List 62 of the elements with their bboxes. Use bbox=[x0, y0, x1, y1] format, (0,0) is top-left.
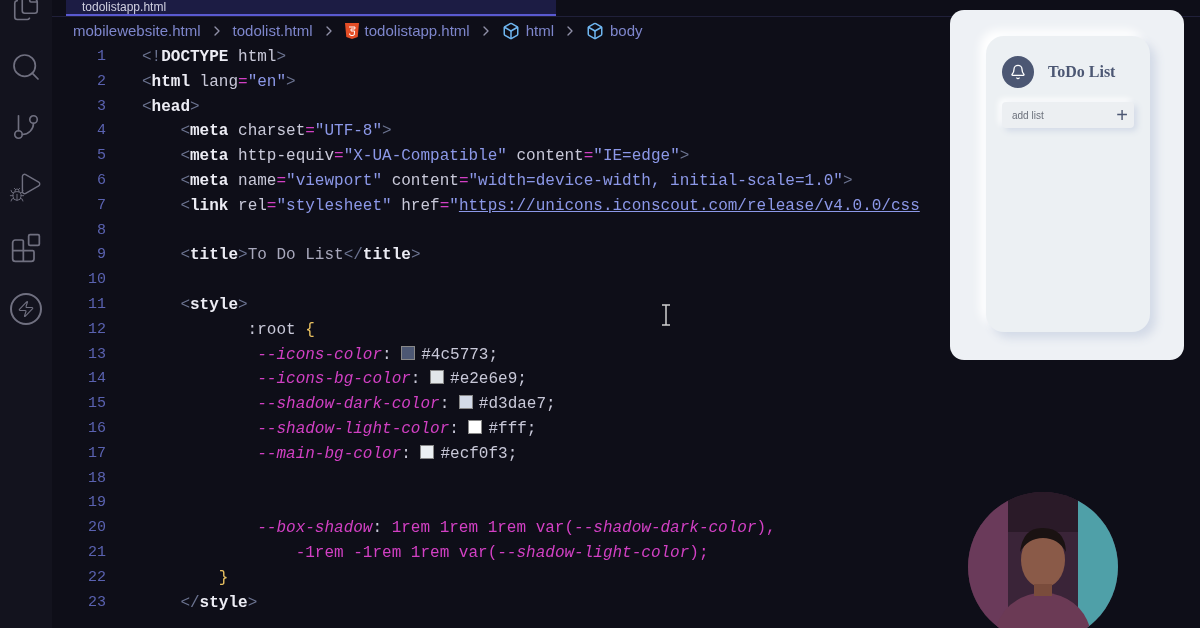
code-line: <head> bbox=[142, 96, 200, 118]
line-number: 7 bbox=[96, 195, 106, 216]
line-number: 9 bbox=[96, 245, 106, 266]
run-debug-icon[interactable] bbox=[9, 171, 43, 203]
line-number: 20 bbox=[87, 518, 106, 539]
line-number: 18 bbox=[87, 468, 106, 489]
line-number: 12 bbox=[87, 319, 106, 340]
line-number: 19 bbox=[87, 493, 106, 514]
code-line: --shadow-dark-color: #d3dae7; bbox=[256, 394, 556, 416]
code-line: <link rel="stylesheet" href="https://unicons.iconscout.com/release/v4.0.0/css bbox=[179, 195, 920, 217]
code-line: -1rem -1rem 1rem var(--shadow-light-color); bbox=[294, 542, 709, 564]
code-line: <!DOCTYPE html> bbox=[142, 47, 287, 68]
code-line: --box-shadow: 1rem 1rem 1rem var(--shadow-dark-color), bbox=[256, 518, 776, 540]
code-line: } bbox=[217, 567, 229, 589]
line-number: 16 bbox=[87, 418, 106, 439]
line-number: 21 bbox=[87, 542, 106, 563]
code-line: --shadow-light-color: #fff; bbox=[256, 418, 537, 440]
line-number: 17 bbox=[87, 443, 106, 464]
cube-icon bbox=[501, 22, 520, 40]
code-line: </style> bbox=[179, 592, 258, 614]
line-number: 3 bbox=[96, 96, 106, 117]
breadcrumb-item[interactable]: body bbox=[610, 19, 643, 43]
code-line: --icons-color: #4c5773; bbox=[256, 344, 499, 366]
editor-tab[interactable]: todolistapp.html bbox=[66, 0, 556, 16]
code-line: <title>To Do List</title> bbox=[179, 245, 421, 267]
line-number: 4 bbox=[96, 121, 106, 142]
breadcrumb-item[interactable]: todolistapp.html bbox=[364, 19, 470, 43]
breadcrumb-item[interactable]: html bbox=[525, 19, 554, 43]
code-line: --main-bg-color: #ecf0f3; bbox=[256, 443, 518, 465]
code-line: <meta name="viewport" content="width=device-width, initial-scale=1.0"> bbox=[179, 171, 853, 192]
line-number: 6 bbox=[96, 171, 106, 191]
line-number: 23 bbox=[87, 592, 106, 613]
line-number: 11 bbox=[87, 294, 106, 315]
code-line: --icons-bg-color: #e2e6e9; bbox=[256, 369, 527, 391]
lightning-icon[interactable] bbox=[10, 293, 42, 325]
code-line: <meta http-equiv="X-UA-Compatible" content="IE=edge"> bbox=[179, 146, 690, 168]
line-number: 10 bbox=[87, 270, 106, 291]
files-icon[interactable] bbox=[11, 0, 41, 22]
line-number: 14 bbox=[87, 369, 106, 390]
text-cursor-icon bbox=[661, 304, 671, 326]
code-line: :root { bbox=[246, 319, 315, 341]
code-line: <html lang="en"> bbox=[142, 71, 296, 93]
line-number: 22 bbox=[87, 567, 106, 588]
line-number: 15 bbox=[87, 394, 106, 415]
add-button[interactable]: + bbox=[1116, 105, 1128, 125]
html5-icon bbox=[344, 23, 359, 39]
code-line: <style> bbox=[179, 294, 248, 316]
breadcrumb-item[interactable]: mobilewebsite.html bbox=[73, 19, 201, 43]
search-icon[interactable] bbox=[10, 51, 42, 83]
line-number: 5 bbox=[96, 146, 106, 167]
extensions-icon[interactable] bbox=[10, 232, 42, 264]
cube-icon bbox=[586, 22, 604, 40]
line-number: 8 bbox=[96, 220, 106, 241]
code-line: <meta charset="UTF-8"> bbox=[179, 121, 392, 143]
add-list-field[interactable]: add list + bbox=[1002, 102, 1134, 128]
branch-icon[interactable] bbox=[11, 112, 41, 142]
line-number: 1 bbox=[96, 47, 106, 67]
bell-icon bbox=[1002, 56, 1034, 88]
line-number: 2 bbox=[96, 71, 106, 92]
app-title: ToDo List bbox=[1048, 62, 1116, 82]
breadcrumb-item[interactable]: todolist.html bbox=[232, 19, 313, 43]
line-number: 13 bbox=[87, 344, 106, 365]
